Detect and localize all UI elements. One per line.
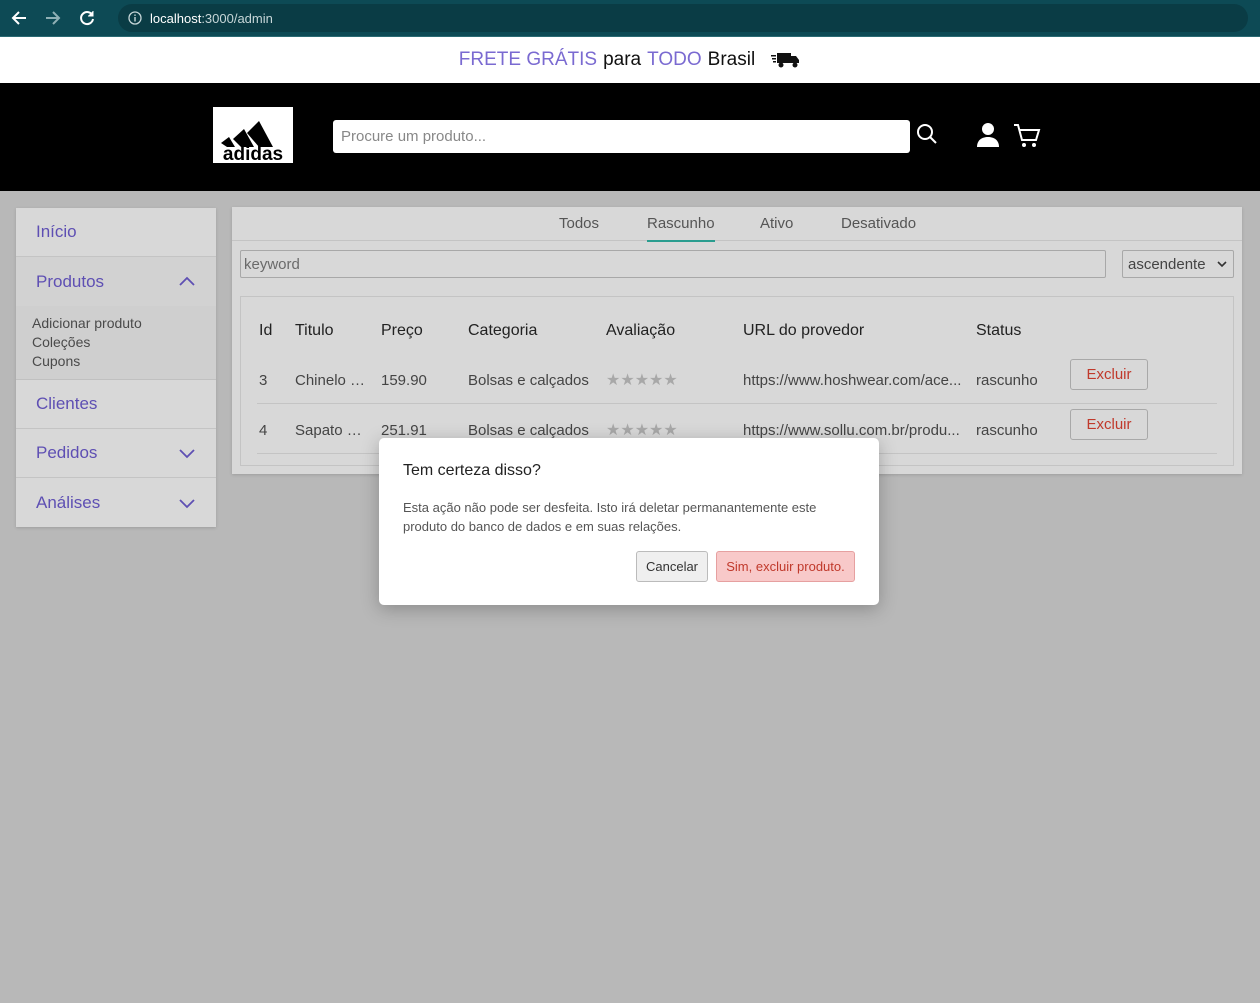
header-price: Preço bbox=[381, 322, 423, 339]
header-rating: Avaliação bbox=[606, 322, 676, 339]
header-title: Titulo bbox=[295, 322, 334, 339]
cell-url[interactable]: https://www.sollu.com.br/produ... bbox=[743, 422, 967, 439]
status-tabs: Todos Rascunho Ativo Desativado bbox=[232, 207, 1242, 242]
address-bar[interactable]: localhost:3000/admin bbox=[118, 4, 1248, 32]
url-text: localhost:3000/admin bbox=[150, 10, 273, 26]
user-icon[interactable] bbox=[976, 122, 1000, 148]
dialog-title: Tem certeza disso? bbox=[403, 462, 541, 479]
sidebar-item-label: Produtos bbox=[36, 271, 105, 291]
browser-toolbar: localhost:3000/admin bbox=[0, 0, 1260, 37]
cell-status: rascunho bbox=[976, 422, 1038, 439]
sidebar-item-label: Clientes bbox=[36, 394, 98, 413]
shipping-banner: FRETE GRÁTIS para TODO Brasil bbox=[0, 37, 1260, 83]
admin-sidebar: Início Produtos Adicionar produto Coleçõ… bbox=[16, 208, 216, 527]
tab-ativo[interactable]: Ativo bbox=[760, 215, 793, 240]
rating-stars: ★★★★★ bbox=[606, 420, 678, 439]
info-icon[interactable] bbox=[128, 11, 142, 25]
table-row[interactable]: 3 Chinelo ar... 159.90 Bolsas e calçados… bbox=[257, 354, 1217, 404]
sidebar-item-clientes[interactable]: Clientes bbox=[16, 380, 216, 429]
produtos-submenu: Adicionar produto Coleções Cupons bbox=[16, 306, 216, 380]
banner-frete-gratis: FRETE GRÁTIS bbox=[458, 49, 598, 70]
header-url: URL do provedor bbox=[743, 322, 865, 339]
chevron-down-icon[interactable] bbox=[178, 494, 196, 512]
delete-button[interactable]: Excluir bbox=[1070, 359, 1148, 390]
search-input[interactable] bbox=[333, 120, 910, 153]
site-header: adidas bbox=[0, 83, 1260, 191]
header-status: Status bbox=[976, 322, 1022, 339]
sidebar-item-label: Análises bbox=[36, 492, 101, 512]
sidebar-item-pedidos[interactable]: Pedidos bbox=[16, 429, 216, 478]
cell-url[interactable]: https://www.hoshwear.com/ace... bbox=[743, 372, 967, 389]
cell-status: rascunho bbox=[976, 372, 1038, 389]
adidas-logo[interactable]: adidas bbox=[213, 107, 293, 165]
banner-para: para bbox=[603, 49, 642, 70]
forward-arrow-icon[interactable] bbox=[38, 3, 68, 33]
search-icon[interactable] bbox=[916, 123, 938, 145]
logo-text: adidas bbox=[223, 144, 283, 163]
cell-id: 3 bbox=[259, 372, 268, 389]
cell-title: Sapato m... bbox=[295, 422, 371, 439]
confirm-delete-button[interactable]: Sim, excluir produto. bbox=[716, 551, 855, 582]
sidebar-item-label: Pedidos bbox=[36, 443, 98, 462]
chevron-down-icon[interactable] bbox=[178, 444, 196, 462]
cancel-button[interactable]: Cancelar bbox=[636, 551, 708, 582]
keyword-input[interactable] bbox=[240, 250, 1106, 278]
products-panel: Todos Rascunho Ativo Desativado ascenden… bbox=[232, 207, 1242, 474]
banner-todo: TODO bbox=[647, 49, 702, 70]
chevron-down-icon bbox=[1217, 261, 1227, 268]
cell-title: Chinelo ar... bbox=[295, 372, 371, 389]
sidebar-item-analises[interactable]: Análises bbox=[16, 478, 216, 527]
sidebar-item-label: Início bbox=[36, 222, 77, 241]
rating-stars: ★★★★★ bbox=[606, 370, 678, 389]
order-select-value: ascendente bbox=[1128, 255, 1206, 273]
tab-desativado[interactable]: Desativado bbox=[841, 215, 916, 240]
sidebar-item-inicio[interactable]: Início bbox=[16, 208, 216, 257]
delete-button[interactable]: Excluir bbox=[1070, 409, 1148, 440]
tab-todos[interactable]: Todos bbox=[559, 215, 599, 240]
cell-id: 4 bbox=[259, 422, 268, 439]
tab-rascunho[interactable]: Rascunho bbox=[647, 215, 715, 242]
confirm-delete-dialog: Tem certeza disso? Esta ação não pode se… bbox=[379, 438, 879, 605]
chevron-up-icon[interactable] bbox=[178, 273, 196, 291]
submenu-add-product[interactable]: Adicionar produto bbox=[32, 314, 200, 333]
submenu-collections[interactable]: Coleções bbox=[32, 333, 200, 352]
order-select[interactable]: ascendente bbox=[1122, 250, 1234, 278]
delivery-truck-icon bbox=[771, 53, 800, 68]
banner-brasil: Brasil bbox=[707, 49, 756, 70]
cart-icon[interactable] bbox=[1013, 123, 1041, 149]
reload-icon[interactable] bbox=[72, 3, 102, 33]
header-category: Categoria bbox=[468, 322, 538, 339]
header-id: Id bbox=[259, 322, 273, 339]
sidebar-item-produtos[interactable]: Produtos bbox=[16, 257, 216, 306]
cell-price: 159.90 bbox=[381, 372, 427, 389]
submenu-coupons[interactable]: Cupons bbox=[32, 352, 200, 371]
cell-category: Bolsas e calçados bbox=[468, 422, 589, 439]
cell-price: 251.91 bbox=[381, 422, 427, 439]
dialog-message: Esta ação não pode ser desfeita. Isto ir… bbox=[403, 500, 817, 534]
back-arrow-icon[interactable] bbox=[4, 3, 34, 33]
cell-category: Bolsas e calçados bbox=[468, 372, 589, 389]
